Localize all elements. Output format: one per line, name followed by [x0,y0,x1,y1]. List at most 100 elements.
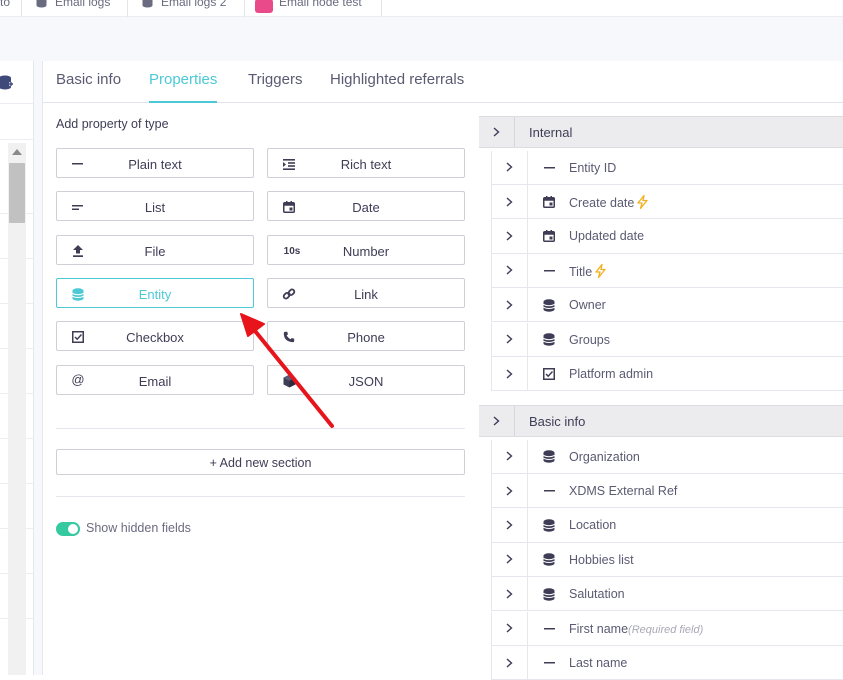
chevron-right-icon[interactable] [492,611,528,645]
chevron-right-icon[interactable] [479,117,515,147]
number-type-button[interactable]: 10s Number [267,235,465,265]
checkbox-type-button[interactable]: Checkbox [56,321,254,351]
top-tab-email-node-test[interactable]: Email node test [245,0,382,17]
field-name: Title [569,264,593,279]
show-hidden-fields-label: Show hidden fields [86,521,191,535]
database-icon [542,298,556,312]
tab-triggers[interactable]: Triggers [248,71,302,103]
tab-highlighted-referrals[interactable]: Highlighted referrals [330,71,464,103]
field-label: Platform admin [569,367,653,381]
add-database-icon[interactable] [0,74,18,94]
divider [0,103,33,104]
chevron-right-icon[interactable] [492,253,528,288]
chevron-right-icon[interactable] [492,439,528,473]
button-label: Date [352,200,380,215]
top-tab-label: Email logs [55,0,111,9]
header-band [0,17,843,61]
toggle-knob [68,524,78,534]
button-label: JSON [348,374,384,389]
file-type-button[interactable]: File [56,235,254,265]
database-icon [142,0,155,9]
chevron-right-icon[interactable] [492,150,528,184]
chevron-right-icon[interactable] [492,288,528,322]
chevron-right-icon[interactable] [479,406,515,436]
show-hidden-fields-toggle[interactable] [56,522,80,536]
json-type-button[interactable]: JSON [267,365,465,395]
chevron-right-icon[interactable] [492,473,528,508]
scroll-up-arrow-icon[interactable] [12,149,22,155]
field-label: Title [569,263,606,281]
tab-properties[interactable]: Properties [149,71,218,103]
panel-gutter [34,61,42,675]
field-row[interactable]: Hobbies list [491,542,843,578]
chevron-right-icon[interactable] [492,645,528,680]
field-row[interactable]: First name(Required field) [491,611,843,646]
field-label: Location [569,518,616,532]
button-label: Rich text [340,157,392,172]
button-label: Checkbox [126,330,184,345]
dash-icon [542,484,556,498]
plain-text-type-button[interactable]: Plain text [56,148,254,178]
field-row[interactable]: Updated date [491,219,843,254]
vertical-scrollbar[interactable] [8,143,26,675]
field-row[interactable]: Platform admin [491,356,843,392]
field-row[interactable]: Create date [491,184,843,220]
chevron-right-icon[interactable] [492,322,528,356]
field-name: Updated date [569,229,645,244]
field-row[interactable]: Location [491,508,843,543]
top-tab-email-logs[interactable]: Email logs [22,0,128,17]
checkbox-icon [542,367,556,381]
field-label: Updated date [569,229,644,243]
chevron-right-icon[interactable] [492,542,528,577]
field-row[interactable]: Organization [491,439,843,474]
dash-icon [542,264,556,278]
field-label: Hobbies list [569,553,634,567]
entity-type-button[interactable]: Entity [56,278,254,308]
field-row[interactable]: Owner [491,288,843,323]
chevron-right-icon[interactable] [492,508,528,542]
field-name: Create date [569,195,635,210]
chevron-right-icon[interactable] [492,219,528,253]
top-tab-partial[interactable]: to [0,0,22,17]
tab-basic-info[interactable]: Basic info [56,71,121,103]
lightning-bolt-icon [637,194,648,212]
button-label: Entity [138,287,172,302]
link-type-button[interactable]: Link [267,278,465,308]
chevron-right-icon[interactable] [492,577,528,611]
divider [56,496,465,497]
field-label: Last name [569,656,627,670]
field-label: Groups [569,333,610,347]
section-title: Internal [529,125,573,140]
rich-text-type-button[interactable]: Rich text [267,148,465,178]
field-row[interactable]: Title [491,253,843,289]
divider [0,139,33,140]
field-row[interactable]: Entity ID [491,150,843,185]
scrollbar-thumb[interactable] [9,163,25,223]
date-type-button[interactable]: Date [267,191,465,221]
top-tab-email-logs-2[interactable]: Email logs 2 [128,0,245,17]
chevron-right-icon[interactable] [492,184,528,219]
database-icon [542,553,556,567]
section-header-internal[interactable]: Internal [479,116,843,148]
database-icon [542,587,556,601]
field-label: Organization [569,450,640,464]
field-name: Owner [569,298,606,313]
calendar-icon [542,229,556,243]
database-icon [542,333,556,347]
email-type-button[interactable]: @ Email [56,365,254,395]
phone-type-button[interactable]: Phone [267,321,465,351]
field-row[interactable]: Groups [491,322,843,357]
section-header-basic-info[interactable]: Basic info [479,405,843,437]
field-name: Last name [569,655,628,670]
field-name: First name [569,621,629,636]
database-icon [36,0,49,9]
field-label: First name(Required field) [569,622,703,636]
list-type-button[interactable]: List [56,191,254,221]
field-row[interactable]: XDMS External Ref [491,473,843,509]
chevron-right-icon[interactable] [492,356,528,391]
divider [56,428,465,429]
add-new-section-button[interactable]: + Add new section [56,449,465,475]
field-row[interactable]: Salutation [491,577,843,612]
button-label: List [144,200,166,215]
field-name: Groups [569,332,610,347]
